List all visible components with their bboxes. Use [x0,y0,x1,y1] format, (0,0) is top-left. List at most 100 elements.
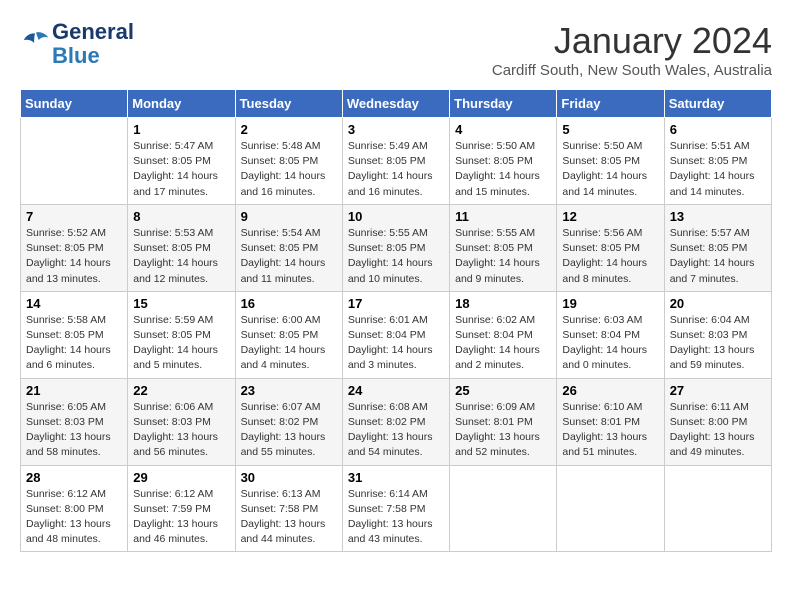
calendar-cell: 18 Sunrise: 6:02 AM Sunset: 8:04 PM Dayli… [450,291,557,378]
calendar-cell: 24 Sunrise: 6:08 AM Sunset: 8:02 PM Dayli… [342,378,449,465]
day-number: 24 [348,383,444,398]
day-number: 18 [455,296,551,311]
logo-general-text: General [52,19,134,44]
day-number: 17 [348,296,444,311]
calendar-title: January 2024 [492,20,772,62]
header-thursday: Thursday [450,90,557,118]
day-info: Sunrise: 6:09 AM Sunset: 8:01 PM Dayligh… [455,400,551,461]
day-info: Sunrise: 6:02 AM Sunset: 8:04 PM Dayligh… [455,313,551,374]
logo: General Blue [20,20,134,68]
calendar-cell: 11 Sunrise: 5:55 AM Sunset: 8:05 PM Dayli… [450,204,557,291]
calendar-week-1: 7 Sunrise: 5:52 AM Sunset: 8:05 PM Daylig… [21,204,772,291]
calendar-cell: 29Sunrise: 6:12 AM Sunset: 7:59 PM Dayli… [128,465,235,552]
calendar-cell: 31Sunrise: 6:14 AM Sunset: 7:58 PM Dayli… [342,465,449,552]
calendar-cell: 13Sunrise: 5:57 AM Sunset: 8:05 PM Dayli… [664,204,771,291]
day-info: Sunrise: 6:03 AM Sunset: 8:04 PM Dayligh… [562,313,658,374]
header-wednesday: Wednesday [342,90,449,118]
calendar-cell: 22 Sunrise: 6:06 AM Sunset: 8:03 PM Dayli… [128,378,235,465]
day-info: Sunrise: 6:12 AM Sunset: 8:00 PM Dayligh… [26,487,122,548]
day-info: Sunrise: 6:05 AM Sunset: 8:03 PM Dayligh… [26,400,122,461]
day-info: Sunrise: 5:48 AM Sunset: 8:05 PM Dayligh… [241,139,337,200]
day-number: 11 [455,209,551,224]
day-info: Sunrise: 5:58 AM Sunset: 8:05 PM Dayligh… [26,313,122,374]
day-info: Sunrise: 6:04 AM Sunset: 8:03 PM Dayligh… [670,313,766,374]
title-block: January 2024 Cardiff South, New South Wa… [492,20,772,79]
day-number: 19 [562,296,658,311]
logo-bird-icon [22,28,50,56]
calendar-cell: 23 Sunrise: 6:07 AM Sunset: 8:02 PM Dayli… [235,378,342,465]
calendar-week-0: 1Sunrise: 5:47 AM Sunset: 8:05 PM Daylig… [21,118,772,205]
day-number: 15 [133,296,229,311]
day-info: Sunrise: 6:07 AM Sunset: 8:02 PM Dayligh… [241,400,337,461]
day-number: 9 [241,209,337,224]
day-info: Sunrise: 5:52 AM Sunset: 8:05 PM Dayligh… [26,226,122,287]
day-info: Sunrise: 6:10 AM Sunset: 8:01 PM Dayligh… [562,400,658,461]
day-info: Sunrise: 5:50 AM Sunset: 8:05 PM Dayligh… [455,139,551,200]
day-info: Sunrise: 6:00 AM Sunset: 8:05 PM Dayligh… [241,313,337,374]
calendar-cell: 12 Sunrise: 5:56 AM Sunset: 8:05 PM Dayli… [557,204,664,291]
day-number: 31 [348,470,444,485]
day-number: 10 [348,209,444,224]
calendar-cell [21,118,128,205]
header-sunday: Sunday [21,90,128,118]
day-number: 22 [133,383,229,398]
day-number: 20 [670,296,766,311]
calendar-subtitle: Cardiff South, New South Wales, Australi… [492,62,772,79]
header-saturday: Saturday [664,90,771,118]
calendar-cell: 27 Sunrise: 6:11 AM Sunset: 8:00 PM Dayli… [664,378,771,465]
day-info: Sunrise: 5:49 AM Sunset: 8:05 PM Dayligh… [348,139,444,200]
day-number: 4 [455,122,551,137]
day-info: Sunrise: 6:11 AM Sunset: 8:00 PM Dayligh… [670,400,766,461]
day-info: Sunrise: 5:55 AM Sunset: 8:05 PM Dayligh… [455,226,551,287]
day-info: Sunrise: 5:50 AM Sunset: 8:05 PM Dayligh… [562,139,658,200]
day-number: 27 [670,383,766,398]
calendar-cell: 10 Sunrise: 5:55 AM Sunset: 8:05 PM Dayli… [342,204,449,291]
day-number: 30 [241,470,337,485]
day-info: Sunrise: 6:13 AM Sunset: 7:58 PM Dayligh… [241,487,337,548]
calendar-cell [450,465,557,552]
day-info: Sunrise: 5:55 AM Sunset: 8:05 PM Dayligh… [348,226,444,287]
day-number: 6 [670,122,766,137]
day-number: 16 [241,296,337,311]
calendar-cell: 2Sunrise: 5:48 AM Sunset: 8:05 PM Daylig… [235,118,342,205]
day-number: 5 [562,122,658,137]
day-number: 21 [26,383,122,398]
day-info: Sunrise: 5:56 AM Sunset: 8:05 PM Dayligh… [562,226,658,287]
day-number: 23 [241,383,337,398]
calendar-cell: 26Sunrise: 6:10 AM Sunset: 8:01 PM Dayli… [557,378,664,465]
day-info: Sunrise: 6:08 AM Sunset: 8:02 PM Dayligh… [348,400,444,461]
logo-blue-text: Blue [52,43,100,68]
calendar-week-3: 21 Sunrise: 6:05 AM Sunset: 8:03 PM Dayli… [21,378,772,465]
day-number: 3 [348,122,444,137]
header-monday: Monday [128,90,235,118]
calendar-cell: 3 Sunrise: 5:49 AM Sunset: 8:05 PM Daylig… [342,118,449,205]
page-header: General Blue January 2024 Cardiff South,… [20,20,772,79]
calendar-cell: 14 Sunrise: 5:58 AM Sunset: 8:05 PM Dayli… [21,291,128,378]
calendar-header-row: SundayMondayTuesdayWednesdayThursdayFrid… [21,90,772,118]
calendar-cell [664,465,771,552]
day-info: Sunrise: 5:51 AM Sunset: 8:05 PM Dayligh… [670,139,766,200]
day-number: 12 [562,209,658,224]
calendar-cell: 20 Sunrise: 6:04 AM Sunset: 8:03 PM Dayli… [664,291,771,378]
calendar-cell [557,465,664,552]
calendar-cell: 6 Sunrise: 5:51 AM Sunset: 8:05 PM Daylig… [664,118,771,205]
calendar-cell: 9 Sunrise: 5:54 AM Sunset: 8:05 PM Daylig… [235,204,342,291]
calendar-cell: 28 Sunrise: 6:12 AM Sunset: 8:00 PM Dayli… [21,465,128,552]
calendar-cell: 5 Sunrise: 5:50 AM Sunset: 8:05 PM Daylig… [557,118,664,205]
calendar-cell: 8Sunrise: 5:53 AM Sunset: 8:05 PM Daylig… [128,204,235,291]
day-info: Sunrise: 5:59 AM Sunset: 8:05 PM Dayligh… [133,313,229,374]
calendar-week-2: 14 Sunrise: 5:58 AM Sunset: 8:05 PM Dayli… [21,291,772,378]
day-info: Sunrise: 5:54 AM Sunset: 8:05 PM Dayligh… [241,226,337,287]
day-number: 1 [133,122,229,137]
day-number: 28 [26,470,122,485]
calendar-cell: 7 Sunrise: 5:52 AM Sunset: 8:05 PM Daylig… [21,204,128,291]
calendar-cell: 4 Sunrise: 5:50 AM Sunset: 8:05 PM Daylig… [450,118,557,205]
day-info: Sunrise: 6:06 AM Sunset: 8:03 PM Dayligh… [133,400,229,461]
day-number: 7 [26,209,122,224]
calendar-cell: 17Sunrise: 6:01 AM Sunset: 8:04 PM Dayli… [342,291,449,378]
day-number: 8 [133,209,229,224]
calendar-cell: 30 Sunrise: 6:13 AM Sunset: 7:58 PM Dayli… [235,465,342,552]
day-number: 14 [26,296,122,311]
calendar-cell: 15 Sunrise: 5:59 AM Sunset: 8:05 PM Dayli… [128,291,235,378]
day-number: 25 [455,383,551,398]
